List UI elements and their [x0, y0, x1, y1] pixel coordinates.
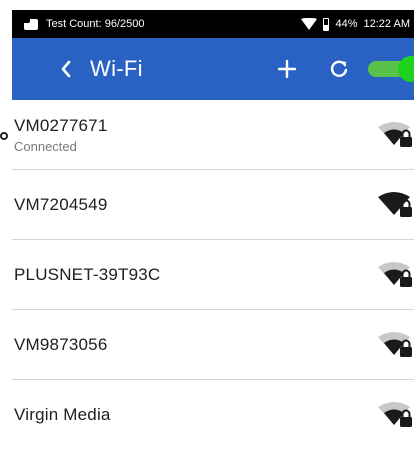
test-count: Test Count: 96/2500	[46, 18, 145, 30]
plus-icon	[278, 60, 296, 78]
sd-card-icon	[24, 18, 38, 30]
status-bar: Test Count: 96/2500 44% 12:22 AM	[12, 10, 414, 38]
app-bar: Wi-Fi	[12, 38, 414, 100]
wifi-status-icon	[301, 18, 318, 30]
battery-icon	[323, 17, 330, 31]
refresh-button[interactable]	[322, 52, 356, 86]
network-item[interactable]: VM7204549	[12, 170, 414, 240]
wifi-lock-icon	[378, 261, 412, 287]
battery-percent: 44%	[335, 18, 358, 30]
network-item[interactable]: PLUSNET-39T93C	[12, 240, 414, 310]
back-button[interactable]	[46, 49, 86, 89]
network-list: VM0277671 Connected VM7204549 PLUSNET-39…	[12, 100, 414, 450]
refresh-icon	[330, 60, 348, 77]
wifi-lock-icon	[378, 402, 412, 427]
page-title: Wi-Fi	[90, 56, 143, 81]
network-item[interactable]: VM0277671 Connected	[12, 100, 414, 170]
add-network-button[interactable]	[270, 52, 304, 86]
wifi-lock-icon	[378, 191, 412, 217]
network-ssid: VM7204549	[14, 194, 108, 214]
chevron-left-icon	[61, 60, 71, 78]
clock: 12:22 AM	[363, 18, 410, 30]
network-ssid: Virgin Media	[14, 405, 111, 424]
device-screen: Test Count: 96/2500 44% 12:22 AM Wi-Fi V…	[12, 10, 414, 450]
network-ssid: PLUSNET-39T93C	[14, 264, 161, 284]
wifi-toggle[interactable]	[368, 56, 414, 82]
network-status: Connected	[14, 138, 77, 154]
toggle-knob	[398, 56, 414, 82]
network-item[interactable]: Virgin Media	[12, 380, 414, 450]
edge-indicator	[0, 132, 8, 140]
network-item[interactable]: VM9873056	[12, 310, 414, 380]
wifi-lock-icon	[378, 331, 412, 357]
wifi-lock-icon	[378, 121, 412, 147]
network-ssid: VM9873056	[14, 334, 108, 354]
network-ssid: VM0277671	[14, 115, 108, 135]
